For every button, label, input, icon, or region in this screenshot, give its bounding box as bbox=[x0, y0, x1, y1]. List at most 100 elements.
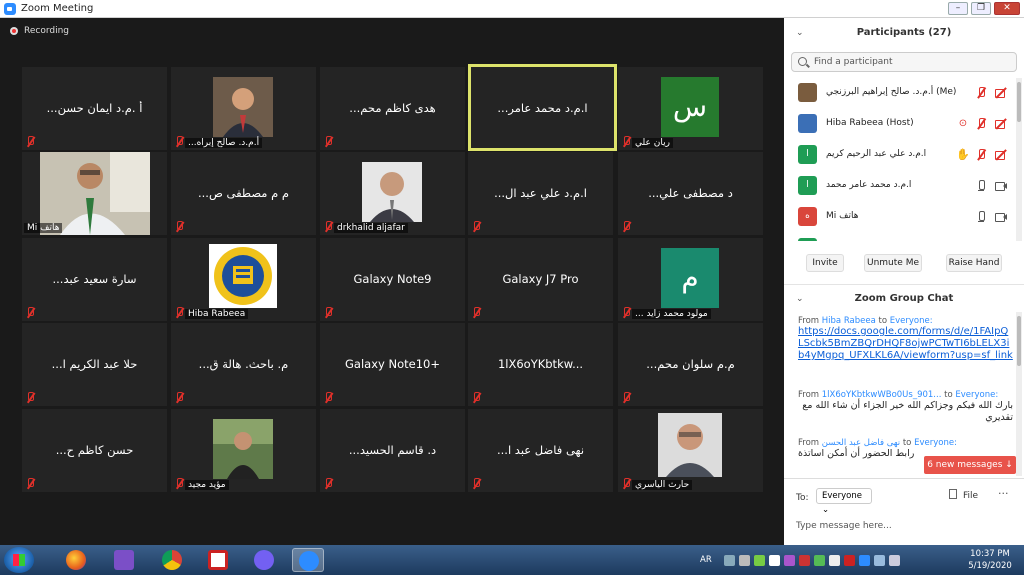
network-icon[interactable] bbox=[873, 554, 885, 566]
video-tile[interactable]: ...نهى فاضل عبد ا bbox=[468, 409, 613, 492]
participant-list: أ.م.د. صالح إبراهيم البرزنجي (Me) Hiba R… bbox=[784, 78, 1016, 241]
muted-mic-icon[interactable] bbox=[974, 148, 988, 162]
participant-label: مؤيد مجيد bbox=[185, 480, 229, 490]
raise-hand-button[interactable]: Raise Hand bbox=[946, 254, 1002, 272]
tray-icon[interactable] bbox=[753, 554, 765, 566]
collapse-chevron-icon[interactable]: ⌄ bbox=[796, 285, 804, 313]
collapse-chevron-icon[interactable]: ⌄ bbox=[796, 19, 804, 47]
antivirus-taskbar-icon[interactable] bbox=[202, 548, 234, 572]
muted-mic-icon bbox=[621, 136, 631, 147]
clock-date: 5/19/2020 bbox=[968, 561, 1012, 571]
participant-name: ...د. قاسم الحسيد bbox=[348, 443, 437, 457]
video-tile[interactable]: ...د مصطفى علي bbox=[618, 152, 763, 235]
close-icon[interactable]: ✕ bbox=[994, 2, 1020, 15]
maximize-icon[interactable]: ❐ bbox=[971, 2, 991, 15]
mic-icon[interactable] bbox=[974, 179, 988, 193]
tray-icon[interactable] bbox=[783, 554, 795, 566]
video-tile[interactable]: Mi هاتف bbox=[22, 152, 167, 235]
zoom-taskbar-icon[interactable] bbox=[292, 548, 324, 572]
video-tile[interactable]: ...هدى كاظم محم bbox=[320, 67, 465, 150]
taskbar-clock[interactable]: 10:37 PM 5/19/2020 bbox=[960, 548, 1020, 572]
tray-icon[interactable] bbox=[798, 554, 810, 566]
muted-mic-icon bbox=[25, 136, 35, 147]
participant-photo bbox=[658, 413, 722, 477]
viber-taskbar-icon[interactable] bbox=[248, 548, 280, 572]
chat-scrollbar[interactable] bbox=[1016, 312, 1022, 476]
muted-mic-icon bbox=[621, 392, 631, 403]
video-off-icon[interactable] bbox=[994, 148, 1008, 162]
firefox-taskbar-icon[interactable] bbox=[60, 548, 92, 572]
tray-icon[interactable] bbox=[858, 554, 870, 566]
muted-mic-icon[interactable] bbox=[974, 117, 988, 131]
language-indicator[interactable]: AR bbox=[700, 555, 712, 565]
video-tile[interactable]: Galaxy Note10+ bbox=[320, 323, 465, 406]
muted-mic-icon bbox=[471, 221, 481, 232]
chat-sender: نهى فاضل عبد الحسن bbox=[821, 438, 901, 448]
video-tile[interactable]: ...حسن كاظم ح bbox=[22, 409, 167, 492]
video-tile[interactable]: ...سارة سعيد عبد bbox=[22, 238, 167, 321]
minimize-icon[interactable]: – bbox=[948, 2, 968, 15]
tray-icon[interactable] bbox=[828, 554, 840, 566]
chrome-taskbar-icon[interactable] bbox=[156, 548, 188, 572]
video-tile[interactable]: مؤيد مجيد bbox=[171, 409, 316, 492]
video-tile[interactable]: ...ا.م.د علي عبد ال bbox=[468, 152, 613, 235]
video-tile[interactable]: ...أ.م.د. صالح إبراه bbox=[171, 67, 316, 150]
tray-icon[interactable] bbox=[738, 554, 750, 566]
participant-name: 1lX6oYKbtkw... bbox=[497, 357, 584, 371]
video-tile[interactable]: س ريان علي bbox=[618, 67, 763, 150]
video-tile[interactable]: ...م.م سلوان محم bbox=[618, 323, 763, 406]
video-icon[interactable] bbox=[994, 179, 1008, 193]
video-tile[interactable]: ...م م مصطفى ص bbox=[171, 152, 316, 235]
tray-icon[interactable] bbox=[813, 554, 825, 566]
chat-message-header: From نهى فاضل عبد الحسن to Everyone: bbox=[798, 438, 957, 448]
muted-mic-icon[interactable] bbox=[974, 86, 988, 100]
video-tile[interactable]: 1lX6oYKbtkw... bbox=[468, 323, 613, 406]
participant-row[interactable]: ه Mi هاتف bbox=[784, 202, 1016, 233]
recipient-select[interactable]: Everyone ⌄ bbox=[816, 488, 872, 515]
video-off-icon[interactable] bbox=[994, 117, 1008, 131]
muted-mic-icon bbox=[323, 392, 333, 403]
participant-search-input[interactable]: Find a participant bbox=[791, 52, 1017, 72]
volume-icon[interactable] bbox=[888, 554, 900, 566]
participant-row[interactable] bbox=[784, 233, 1016, 241]
windows-taskbar: AR 10:37 PM 5/19/2020 bbox=[0, 545, 1024, 575]
video-off-icon[interactable] bbox=[994, 86, 1008, 100]
video-tile[interactable]: ...د. قاسم الحسيد bbox=[320, 409, 465, 492]
chat-input[interactable]: Type message here... bbox=[796, 521, 892, 531]
participant-list-scrollbar[interactable] bbox=[1016, 78, 1022, 241]
invite-button[interactable]: Invite bbox=[806, 254, 844, 272]
more-options-icon[interactable]: ··· bbox=[998, 487, 1009, 500]
participant-avatar: ه bbox=[798, 207, 817, 226]
participant-row[interactable]: Hiba Rabeea (Host) ⊙ bbox=[784, 109, 1016, 140]
participant-name: ...حلا عبد الكريم ا bbox=[51, 357, 138, 371]
video-tile[interactable]: Galaxy J7 Pro bbox=[468, 238, 613, 321]
tray-icon[interactable] bbox=[723, 554, 735, 566]
unmute-me-button[interactable]: Unmute Me bbox=[864, 254, 922, 272]
chat-link[interactable]: https://docs.google.com/forms/d/e/1FAIpQ… bbox=[798, 326, 1013, 362]
video-tile[interactable]: Galaxy Note9 bbox=[320, 238, 465, 321]
participant-avatar: ا bbox=[798, 145, 817, 164]
participant-label: Mi هاتف bbox=[24, 223, 63, 233]
tray-icon[interactable] bbox=[843, 554, 855, 566]
video-tile[interactable]: حارث الياسري bbox=[618, 409, 763, 492]
video-tile[interactable]: ...م. باحث. هالة ق bbox=[171, 323, 316, 406]
video-tile[interactable]: ...أ .م.د ايمان حسن bbox=[22, 67, 167, 150]
participant-row[interactable]: ا ا.م.د محمد عامر محمد bbox=[784, 171, 1016, 202]
video-tile-active-speaker[interactable]: ...ا.م.د محمد عامر bbox=[468, 64, 617, 151]
chat-message: From 1lX6oYKbtkwWBo0Us_901... to Everyon… bbox=[798, 390, 1013, 424]
video-icon[interactable] bbox=[994, 210, 1008, 224]
video-tile[interactable]: Hiba Rabeea bbox=[171, 238, 316, 321]
participant-name: ...حسن كاظم ح bbox=[55, 443, 134, 457]
tray-icon[interactable] bbox=[768, 554, 780, 566]
video-tile[interactable]: drkhalid aljafar bbox=[320, 152, 465, 235]
muted-mic-icon bbox=[323, 307, 333, 318]
video-tile[interactable]: م ... مولود محمد زايد bbox=[618, 238, 763, 321]
mic-icon[interactable] bbox=[974, 210, 988, 224]
visual-studio-taskbar-icon[interactable] bbox=[108, 548, 140, 572]
new-messages-button[interactable]: 6 new messages ↓ bbox=[924, 456, 1016, 474]
file-button[interactable]: File bbox=[949, 489, 978, 501]
participant-row[interactable]: أ.م.د. صالح إبراهيم البرزنجي (Me) bbox=[784, 78, 1016, 109]
participant-row[interactable]: ا ا.م.د علي عبد الرحيم كريم ✋ bbox=[784, 140, 1016, 171]
video-tile[interactable]: ...حلا عبد الكريم ا bbox=[22, 323, 167, 406]
start-button[interactable] bbox=[4, 547, 34, 573]
